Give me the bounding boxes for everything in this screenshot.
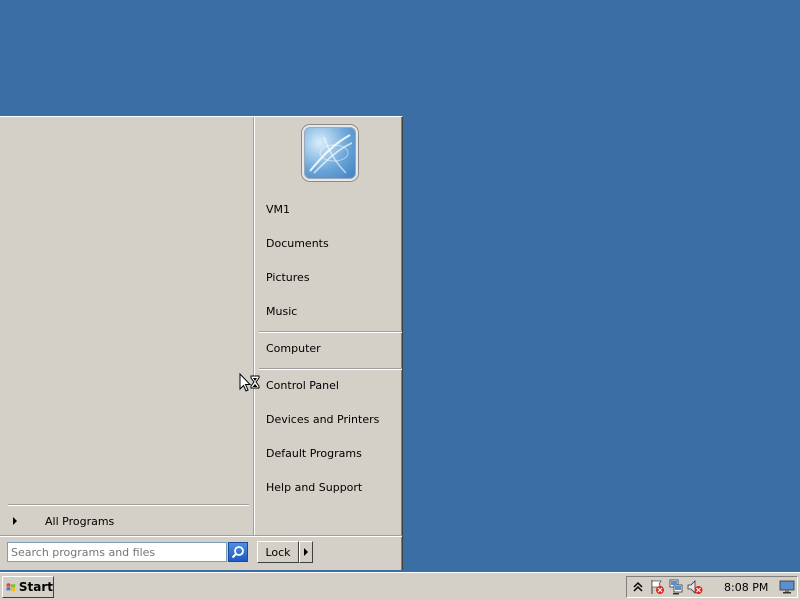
user-picture-icon[interactable] <box>302 125 358 181</box>
divider <box>8 504 249 506</box>
all-programs-item[interactable]: All Programs <box>8 511 249 531</box>
notification-area: 8:08 PM <box>626 576 798 598</box>
busy-cursor-icon <box>239 373 260 392</box>
start-label: Start <box>18 580 53 594</box>
menu-item-control-panel[interactable]: Control Panel <box>266 379 339 392</box>
action-center-icon[interactable] <box>649 579 665 595</box>
search-icon <box>231 546 244 559</box>
show-hidden-icons-icon[interactable] <box>630 579 646 595</box>
search-button[interactable] <box>228 542 248 562</box>
menu-item-computer[interactable]: Computer <box>266 342 321 355</box>
windows-logo-icon <box>6 583 16 592</box>
divider <box>259 331 402 333</box>
menu-item-user[interactable]: VM1 <box>266 203 290 216</box>
menu-item-devices-and-printers[interactable]: Devices and Printers <box>266 413 379 426</box>
menu-item-help-and-support[interactable]: Help and Support <box>266 481 362 494</box>
start-menu: All Programs VM1 Documents Pictures Musi… <box>0 116 403 570</box>
menu-item-music[interactable]: Music <box>266 305 297 318</box>
lock-button[interactable]: Lock <box>257 541 299 563</box>
menu-item-documents[interactable]: Documents <box>266 237 329 250</box>
volume-muted-icon[interactable] <box>687 579 703 595</box>
search-field[interactable] <box>7 542 227 562</box>
taskbar: Start 8:08 PM <box>0 572 800 600</box>
start-menu-right-pane: VM1 Documents Pictures Music Computer Co… <box>253 117 403 535</box>
shutdown-options-button[interactable] <box>299 541 313 563</box>
divider <box>259 368 402 370</box>
network-icon[interactable] <box>668 579 684 595</box>
menu-item-pictures[interactable]: Pictures <box>266 271 310 284</box>
menu-item-default-programs[interactable]: Default Programs <box>266 447 362 460</box>
clock[interactable]: 8:08 PM <box>724 581 768 594</box>
start-button[interactable]: Start <box>2 576 54 598</box>
chevron-right-icon <box>304 548 308 556</box>
all-programs-label: All Programs <box>45 514 115 528</box>
search-input[interactable] <box>11 545 221 559</box>
chevron-right-icon <box>13 517 17 525</box>
pinned-programs-pane: All Programs <box>0 117 253 535</box>
display-icon[interactable] <box>779 580 795 594</box>
start-menu-bottom-bar: Lock <box>0 535 402 571</box>
